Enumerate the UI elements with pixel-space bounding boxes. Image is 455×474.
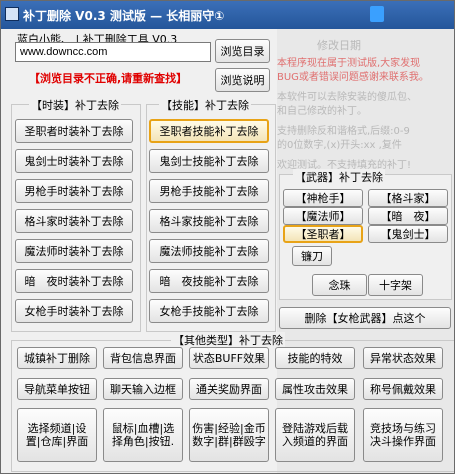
weapon-fighter-button[interactable]: 【格斗家】 xyxy=(368,189,448,207)
info-line: 支持删除反和谐格式,后缀:0-9 xyxy=(277,126,410,137)
other-patch-button[interactable]: 鼠标|血槽|选 择角色|按钮. xyxy=(103,408,183,462)
skill-patch-button[interactable]: 鬼剑士技能补丁去除 xyxy=(149,149,269,173)
fashion-patch-button[interactable]: 魔法师时装补丁去除 xyxy=(15,239,133,263)
other-patch-button[interactable]: 通关奖励界面 xyxy=(189,378,269,400)
fashion-patch-button[interactable]: 女枪手时装补丁去除 xyxy=(15,299,133,323)
info-line: 的0位数字,(x)开头:xx ,复件 xyxy=(277,140,402,151)
skill-group-title: 【技能】补丁去除 xyxy=(159,97,251,113)
other-patch-button-line: 伤害|经验|金币 xyxy=(192,422,266,435)
info-line: 本软件可以去除安装的傻瓜包、 xyxy=(277,92,417,103)
other-patch-button-line: 入频道的界面 xyxy=(282,435,348,448)
weapon-cross-button[interactable]: 十字架 xyxy=(368,274,423,296)
fashion-group-title: 【时装】补丁去除 xyxy=(29,97,121,113)
other-patch-button[interactable]: 竞技场与练习 决斗操作界面 xyxy=(363,408,443,462)
app-window: 补丁删除 V0.3 测试版 — 长相丽守① 修改日期 蓝白小熊、 | 补丁删除工… xyxy=(0,0,455,474)
weapon-group-title: 【武器】补丁去除 xyxy=(293,169,385,185)
fashion-patch-button[interactable]: 圣职者时装补丁去除 xyxy=(15,119,133,143)
background-column-header: 修改日期 xyxy=(317,39,361,52)
weapon-slayer-button[interactable]: 【鬼剑士】 xyxy=(368,225,448,243)
skill-patch-button[interactable]: 圣职者技能补丁去除 xyxy=(149,119,269,143)
other-patch-button[interactable]: 选择频道|设 置|仓库|界面 xyxy=(17,408,97,462)
weapon-gunner-button[interactable]: 【神枪手】 xyxy=(283,189,363,207)
other-patch-button[interactable]: 登陆游戏后载 入频道的界面 xyxy=(275,408,355,462)
other-patch-button[interactable]: 城镇补丁删除 xyxy=(17,347,97,369)
other-patch-button-line: 择角色|按钮. xyxy=(111,435,175,448)
fashion-patch-button[interactable]: 男枪手时装补丁去除 xyxy=(15,179,133,203)
title-bar[interactable]: 补丁删除 V0.3 测试版 — 长相丽守① xyxy=(1,1,454,29)
info-line: 本程序现在属于测试版,大家发现 xyxy=(277,58,421,69)
other-patch-button[interactable]: 异常状态效果 xyxy=(363,347,443,369)
window-title: 补丁删除 V0.3 测试版 — 长相丽守① xyxy=(23,9,225,23)
skill-patch-button[interactable]: 女枪手技能补丁去除 xyxy=(149,299,269,323)
other-patch-button[interactable]: 导航菜单按钮 xyxy=(17,378,97,400)
fashion-patch-button[interactable]: 格斗家时装补丁去除 xyxy=(15,209,133,233)
path-input[interactable] xyxy=(15,42,211,62)
other-patch-button[interactable]: 伤害|经验|金币 数字|群|群殴字 xyxy=(189,408,269,462)
other-patch-button-line: 决斗操作界面 xyxy=(370,435,436,448)
app-icon xyxy=(5,7,19,21)
other-patch-button[interactable]: 状态BUFF效果 xyxy=(189,347,269,369)
skill-patch-button[interactable]: 男枪手技能补丁去除 xyxy=(149,179,269,203)
trash-icon[interactable] xyxy=(370,6,384,22)
other-patch-button[interactable]: 背包信息界面 xyxy=(103,347,183,369)
browse-directory-button[interactable]: 浏览目录 xyxy=(215,39,270,63)
other-patch-button-line: 登陆游戏后载 xyxy=(282,422,348,435)
other-patch-button-line: 置|仓库|界面 xyxy=(25,435,89,448)
delete-female-gunner-weapon-button[interactable]: 删除【女枪武器】点这个 xyxy=(279,307,451,329)
weapon-scythe-button[interactable]: 镰刀 xyxy=(292,246,332,266)
other-patch-button-line: 竞技场与练习 xyxy=(370,422,436,435)
other-patch-button[interactable]: 技能的特效 xyxy=(275,347,355,369)
fashion-patch-button[interactable]: 鬼剑士时装补丁去除 xyxy=(15,149,133,173)
other-patch-button[interactable]: 称号佩戴效果 xyxy=(363,378,443,400)
other-patch-button[interactable]: 属性攻击效果 xyxy=(275,378,355,400)
warning-text: 【浏览目录不正确,请重新查找】 xyxy=(29,72,188,85)
weapon-mage-button[interactable]: 【魔法师】 xyxy=(283,207,363,225)
other-patch-button-line: 数字|群|群殴字 xyxy=(192,435,266,448)
other-patch-button[interactable]: 聊天输入边框 xyxy=(103,378,183,400)
info-line: BUG或者错误问题感谢来联系我。 xyxy=(277,72,429,83)
weapon-dark-button[interactable]: 【暗 夜】 xyxy=(368,207,448,225)
skill-patch-button[interactable]: 格斗家技能补丁去除 xyxy=(149,209,269,233)
weapon-rosary-button[interactable]: 念珠 xyxy=(312,274,367,296)
skill-patch-button[interactable]: 魔法师技能补丁去除 xyxy=(149,239,269,263)
browse-guide-button[interactable]: 浏览说明 xyxy=(215,68,270,92)
other-group-title: 【其他类型】补丁去除 xyxy=(171,332,285,348)
info-text: 本程序现在属于测试版,大家发现 BUG或者错误问题感谢来联系我。 本软件可以去除… xyxy=(277,57,453,173)
fashion-patch-button[interactable]: 暗 夜时装补丁去除 xyxy=(15,269,133,293)
weapon-priest-button[interactable]: 【圣职者】 xyxy=(283,225,363,243)
info-line: 和自己修改的补丁。 xyxy=(277,106,367,117)
other-patch-button-line: 选择频道|设 xyxy=(27,422,87,435)
skill-patch-button[interactable]: 暗 夜技能补丁去除 xyxy=(149,269,269,293)
other-patch-button-line: 鼠标|血槽|选 xyxy=(111,422,175,435)
